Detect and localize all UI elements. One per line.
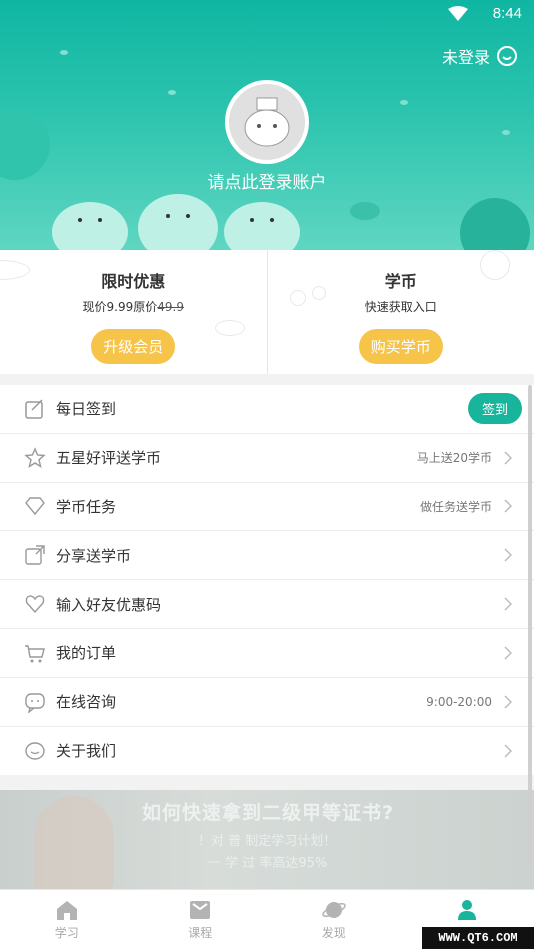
scrollbar[interactable] <box>528 385 532 865</box>
menu-item-hint: 马上送20学币 <box>416 451 492 466</box>
planet-icon <box>321 901 346 918</box>
book-icon <box>190 900 211 919</box>
tab-discover[interactable]: 发现 <box>267 890 401 949</box>
star-icon <box>24 446 46 468</box>
dot-decoration <box>400 100 408 105</box>
dot-decoration <box>502 130 510 135</box>
status-bar: 8:44 <box>0 0 534 30</box>
dot-decoration <box>60 50 68 55</box>
menu-item-label: 五星好评送学币 <box>56 449 162 468</box>
ad-banner[interactable]: 如何快速拿到二级甲等证书? ！对 普 制定学习计划！ 一 学 过 率高达95% <box>0 790 534 890</box>
planet-decoration <box>350 202 380 220</box>
smile-icon <box>497 46 517 66</box>
ad-person-image <box>34 796 114 890</box>
menu-item-about-us[interactable]: 关于我们 <box>0 727 534 776</box>
chevron-right-icon <box>504 548 512 562</box>
menu-item-label: 每日签到 <box>56 400 117 419</box>
tab-label: 学习 <box>54 925 79 940</box>
chevron-right-icon <box>504 499 512 514</box>
menu-item-my-orders[interactable]: 我的订单 <box>0 629 534 678</box>
ad-title: 如何快速拿到二级甲等证书? <box>142 802 395 824</box>
promo-title: 限时优惠 <box>101 272 166 291</box>
smile-icon <box>25 742 45 760</box>
menu-item-label: 分享送学币 <box>56 546 132 565</box>
original-price: 49.9 <box>157 300 184 314</box>
cart-icon <box>25 645 45 663</box>
heart-icon <box>25 595 45 614</box>
avatar[interactable] <box>225 80 309 164</box>
chat-icon <box>25 692 45 713</box>
menu-item-coin-tasks[interactable]: 学币任务 做任务送学币 <box>0 483 534 532</box>
limited-offer-card: 限时优惠 现价9.99原价49.9 升级会员 <box>0 250 267 374</box>
checkin-button[interactable]: 签到 <box>467 393 522 425</box>
menu-item-five-star-review[interactable]: 五星好评送学币 马上送20学币 <box>0 434 534 483</box>
menu-item-label: 学币任务 <box>56 497 117 516</box>
menu-item-label: 关于我们 <box>56 742 117 761</box>
login-prompt[interactable]: 请点此登录账户 <box>0 168 534 193</box>
chevron-right-icon <box>504 451 512 465</box>
tab-study[interactable]: 学习 <box>0 890 134 949</box>
mascot-decoration <box>52 194 300 250</box>
tab-label: 课程 <box>188 925 213 940</box>
status-time: 8:44 <box>492 5 522 22</box>
menu-item-checkin[interactable]: 每日签到 签到 <box>0 385 534 434</box>
menu-item-label: 输入好友优惠码 <box>56 595 162 614</box>
watermark: WWW.QT6.COM <box>422 927 534 949</box>
tab-label: 发现 <box>321 925 346 940</box>
upgrade-vip-button[interactable]: 升级会员 <box>91 329 176 364</box>
menu-item-label: 在线咨询 <box>56 693 117 712</box>
buy-coins-button[interactable]: 购买学币 <box>358 329 443 364</box>
ring-decoration <box>289 290 306 306</box>
default-avatar-icon <box>229 84 305 160</box>
home-icon <box>56 900 77 920</box>
ad-line: 一 学 过 率高达95% <box>208 856 328 871</box>
checkin-icon <box>25 399 43 419</box>
profile-header: 8:44 未登录 请点此登录账户 <box>0 0 534 250</box>
chevron-right-icon <box>504 744 512 758</box>
menu-item-online-consult[interactable]: 在线咨询 9:00-20:00 <box>0 678 534 727</box>
promo-price: 现价9.99原价49.9 <box>82 300 184 314</box>
menu-item-hint: 9:00-20:00 <box>426 694 492 709</box>
tab-courses[interactable]: 课程 <box>134 890 268 949</box>
promo-subtitle: 快速获取入口 <box>364 300 437 314</box>
login-link-label: 未登录 <box>441 48 490 67</box>
menu-item-share[interactable]: 分享送学币 <box>0 531 534 581</box>
wifi-icon <box>448 6 468 21</box>
dot-decoration <box>168 90 176 95</box>
ring-decoration <box>311 286 326 300</box>
diamond-icon <box>25 497 45 516</box>
coin-card: 学币 快速获取入口 购买学币 <box>266 250 534 374</box>
chevron-right-icon <box>504 695 512 709</box>
menu-item-hint: 做任务送学币 <box>419 499 492 514</box>
menu-item-friend-code[interactable]: 输入好友优惠码 <box>0 580 534 629</box>
menu-item-label: 我的订单 <box>56 644 117 663</box>
ring-decoration <box>479 250 510 280</box>
chevron-right-icon <box>504 597 512 611</box>
ad-line: ！对 普 制定学习计划！ <box>198 834 337 849</box>
settings-menu: 每日签到 签到 五星好评送学币 马上送20学币 学币任务 做任务送学币 分享送学… <box>0 385 534 776</box>
ring-decoration <box>215 320 245 336</box>
planet-decoration <box>460 198 530 250</box>
chevron-right-icon <box>504 646 512 660</box>
share-icon <box>25 545 45 565</box>
promo-section: 限时优惠 现价9.99原价49.9 升级会员 学币 快速获取入口 购买学币 <box>0 250 534 374</box>
user-icon <box>458 899 477 920</box>
login-link[interactable]: 未登录 <box>442 44 518 68</box>
